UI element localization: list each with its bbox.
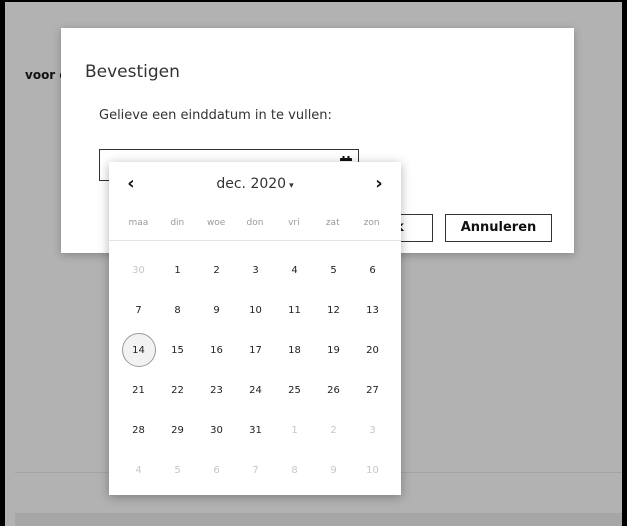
weekday-label: vri (288, 218, 300, 228)
day-cell[interactable]: 21 (119, 370, 158, 410)
day-cell[interactable]: 8 (158, 290, 197, 330)
day-cell[interactable]: 16 (197, 330, 236, 370)
window-border-right (622, 0, 627, 526)
day-cell[interactable]: 4 (275, 250, 314, 290)
weekday-label: maa (128, 218, 149, 228)
page-overlay: voor c Bevestigen Gelieve een einddatum … (5, 2, 622, 526)
dialog-title: Bevestigen (85, 62, 180, 82)
month-year-label: dec. 2020 (216, 176, 287, 192)
day-cell[interactable]: 24 (236, 370, 275, 410)
weekday-label: zat (325, 218, 340, 228)
cancel-button[interactable]: Annuleren (445, 214, 552, 242)
day-cell[interactable]: 3 (353, 410, 392, 450)
weekday-header: maa din woe don vri zat zon (119, 218, 391, 228)
day-cell[interactable]: 6 (353, 250, 392, 290)
day-cell[interactable]: 7 (119, 290, 158, 330)
day-cell[interactable]: 13 (353, 290, 392, 330)
day-cell[interactable]: 30 (119, 250, 158, 290)
day-cell[interactable]: 9 (197, 290, 236, 330)
day-cell[interactable]: 18 (275, 330, 314, 370)
day-cell[interactable]: 23 (197, 370, 236, 410)
weekday-label: woe (206, 218, 226, 228)
weekday-label: din (170, 218, 185, 228)
today-day-label: 14 (121, 333, 156, 367)
day-cell[interactable]: 1 (158, 250, 197, 290)
weekday-label: zon (363, 218, 380, 228)
day-grid: 30 1 2 3 4 5 6 7 8 9 10 11 12 13 14 15 1… (119, 250, 391, 490)
today-day-cell[interactable]: 14 (119, 330, 158, 370)
day-cell[interactable]: 26 (314, 370, 353, 410)
day-cell[interactable]: 12 (314, 290, 353, 330)
day-cell[interactable]: 31 (236, 410, 275, 450)
day-cell[interactable]: 6 (197, 450, 236, 490)
day-cell[interactable]: 28 (119, 410, 158, 450)
day-cell[interactable]: 2 (197, 250, 236, 290)
day-cell[interactable]: 8 (275, 450, 314, 490)
day-cell[interactable]: 20 (353, 330, 392, 370)
day-cell[interactable]: 10 (353, 450, 392, 490)
day-cell[interactable]: 7 (236, 450, 275, 490)
day-cell[interactable]: 9 (314, 450, 353, 490)
day-cell[interactable]: 3 (236, 250, 275, 290)
datepicker-popup: ‹ dec. 2020 ▾ › maa din woe don vri zat z… (109, 162, 401, 495)
next-month-button[interactable]: › (367, 172, 391, 196)
caret-down-icon: ▾ (289, 181, 294, 191)
day-cell[interactable]: 30 (197, 410, 236, 450)
day-cell[interactable]: 4 (119, 450, 158, 490)
datepicker-divider (109, 240, 401, 241)
day-cell[interactable]: 15 (158, 330, 197, 370)
month-year-selector[interactable]: dec. 2020 ▾ (109, 176, 401, 192)
background-footer-bar (15, 513, 622, 526)
dialog-prompt: Gelieve een einddatum in te vullen: (99, 108, 332, 123)
day-cell[interactable]: 2 (314, 410, 353, 450)
day-cell[interactable]: 5 (158, 450, 197, 490)
day-cell[interactable]: 10 (236, 290, 275, 330)
day-cell[interactable]: 29 (158, 410, 197, 450)
day-cell[interactable]: 25 (275, 370, 314, 410)
weekday-label: don (246, 218, 264, 228)
day-cell[interactable]: 22 (158, 370, 197, 410)
day-cell[interactable]: 11 (275, 290, 314, 330)
day-cell[interactable]: 27 (353, 370, 392, 410)
day-cell[interactable]: 5 (314, 250, 353, 290)
day-cell[interactable]: 1 (275, 410, 314, 450)
day-cell[interactable]: 19 (314, 330, 353, 370)
day-cell[interactable]: 17 (236, 330, 275, 370)
